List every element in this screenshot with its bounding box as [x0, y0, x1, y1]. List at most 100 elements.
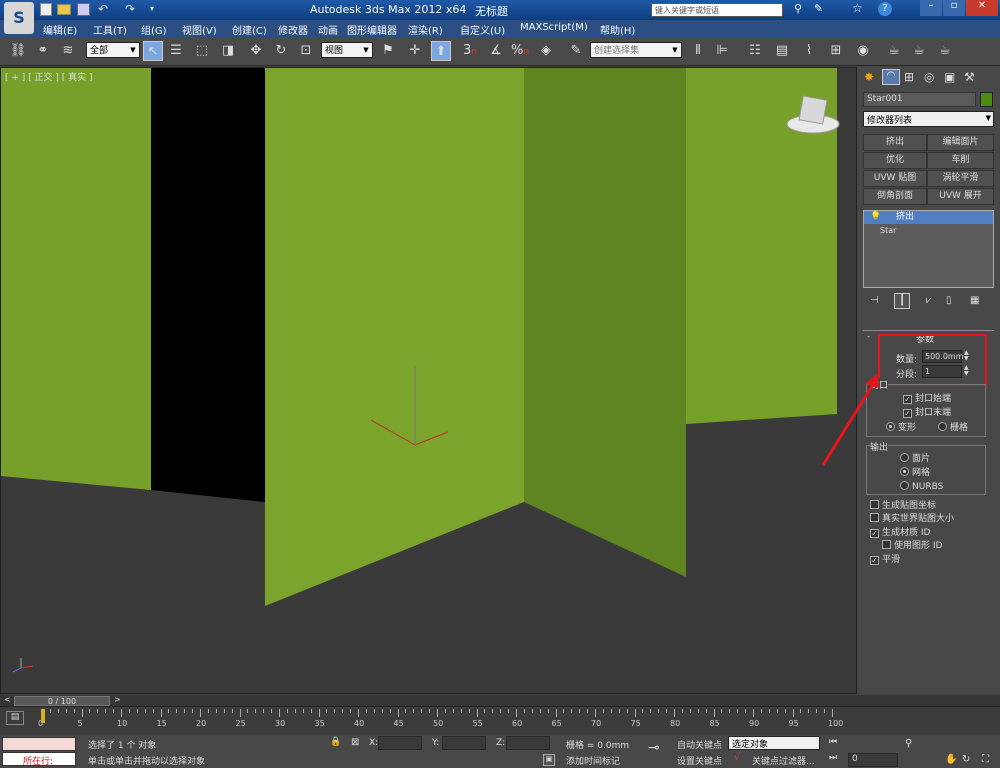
rect-selection-icon[interactable]: ⬚ [192, 41, 212, 61]
menu-customize[interactable]: 自定义(U) [460, 22, 505, 37]
cap-end-checkbox[interactable]: ✓ 封口末端 [903, 407, 951, 419]
patch-radio[interactable]: 面片 [900, 453, 930, 465]
mesh-radio[interactable]: 网格 [900, 467, 930, 479]
pivot-icon[interactable]: ⚑ [378, 41, 398, 61]
menu-rendering[interactable]: 渲染(R) [408, 22, 443, 37]
render-production-icon[interactable]: ☕ [935, 41, 955, 61]
graphite-ribbon-icon[interactable]: ▤ [772, 41, 792, 61]
menu-animation[interactable]: 动画 [318, 22, 338, 37]
z-coord-field[interactable] [506, 736, 550, 750]
layer-manager-icon[interactable]: ☷ [745, 41, 765, 61]
app-logo-icon[interactable]: S [4, 2, 34, 34]
menu-maxscript[interactable]: MAXScript(M) [520, 22, 588, 33]
auto-key-button[interactable]: 自动关键点 [677, 738, 722, 751]
open-icon[interactable] [57, 4, 71, 15]
schematic-view-icon[interactable]: ⊞ [826, 41, 846, 61]
morph-radio[interactable]: 变形 [886, 422, 916, 434]
utilities-tab-icon[interactable]: ⚒ [964, 70, 975, 84]
align-icon[interactable]: ⊫ [712, 41, 732, 61]
show-end-result-icon[interactable]: ┃ [894, 293, 910, 309]
track-bar-icon[interactable]: ▤ [6, 711, 24, 725]
select-manipulate-icon[interactable]: ✛ [405, 41, 425, 61]
key-filter-icon[interactable]: √ [734, 752, 740, 763]
angle-snap-icon[interactable]: ∡ [486, 41, 506, 61]
reference-coord-dropdown[interactable]: 视图 ▼ [321, 42, 373, 58]
lightbulb-icon[interactable]: 💡 [870, 211, 881, 224]
mod-button-uvw-map[interactable]: UVW 贴图 [863, 170, 927, 187]
smooth-checkbox[interactable]: ✓ 平滑 [870, 554, 900, 566]
viewport-perspective[interactable]: [ + ] [ 正交 ] [ 真实 ] [0, 67, 857, 694]
restore-button[interactable]: ▫ [943, 0, 965, 16]
maximize-viewport-icon[interactable]: ⛶ [982, 754, 989, 765]
cap-start-checkbox[interactable]: ✓ 封口始端 [903, 393, 951, 405]
mod-button-optimize[interactable]: 优化 [863, 152, 927, 169]
menu-tools[interactable]: 工具(T) [93, 22, 127, 37]
rendered-frame-icon[interactable]: ☕ [909, 41, 929, 61]
track-bar[interactable]: 0 5 10 15 20 25 30 35 40 45 50 55 60 65 70 75 80 85 90 95 10… [38, 709, 843, 733]
modifier-list-dropdown[interactable]: 修改器列表 ▼ [863, 111, 994, 127]
use-shape-id-checkbox[interactable]: 使用图形 ID [882, 540, 942, 552]
keyboard-shortcut-icon[interactable]: ⬆ [431, 41, 451, 61]
maxscript-running[interactable]: 所在行: [2, 752, 76, 767]
mirror-icon[interactable]: ⫴ [688, 41, 708, 61]
stack-item-star[interactable]: Star [880, 226, 896, 235]
stack-item-extrude[interactable]: 💡 挤出 [864, 211, 993, 224]
render-setup-icon[interactable]: ☕ [884, 41, 904, 61]
grid-radio[interactable]: 栅格 [938, 422, 968, 434]
selection-filter-dropdown[interactable]: 全部 ▼ [86, 42, 140, 58]
gen-map-coords-checkbox[interactable]: 生成贴图坐标 [870, 500, 936, 512]
select-by-name-icon[interactable]: ☰ [166, 41, 186, 61]
menu-edit[interactable]: 编辑(E) [43, 22, 77, 37]
next-frame-icon[interactable]: > [114, 695, 121, 704]
menu-graph-editors[interactable]: 图形编辑器 [347, 22, 397, 37]
named-selection-dropdown[interactable]: 创建选择集 ▼ [590, 42, 682, 58]
object-name-field[interactable]: Star001 [863, 92, 976, 107]
go-to-end-icon[interactable]: ⏭ [829, 753, 837, 763]
mod-button-bevel-profile[interactable]: 倒角剖面 [863, 188, 927, 205]
rollout-minus-icon[interactable]: - [867, 332, 870, 342]
help-icon[interactable]: ? [878, 2, 892, 16]
y-coord-field[interactable] [442, 736, 486, 750]
redo-icon[interactable]: ↷ [125, 2, 135, 16]
minimize-button[interactable]: – [920, 0, 942, 16]
mod-button-turbosmooth[interactable]: 涡轮平滑 [927, 170, 994, 187]
key-icon[interactable]: ⊸ [648, 740, 660, 756]
save-icon[interactable] [77, 3, 90, 16]
display-tab-icon[interactable]: ▣ [944, 70, 955, 84]
time-slider-thumb[interactable]: 0 / 100 [14, 696, 110, 706]
percent-snap-icon[interactable]: %n [510, 41, 530, 61]
orbit-icon[interactable]: ↻ [962, 754, 970, 765]
rotate-icon[interactable]: ↻ [271, 41, 291, 61]
window-crossing-icon[interactable]: ◨ [218, 41, 238, 61]
object-color-swatch[interactable] [980, 92, 993, 107]
modify-tab-icon[interactable]: ◠ [882, 69, 900, 85]
snap-toggle-icon[interactable]: 3n [460, 41, 480, 61]
pan-icon[interactable]: ✋ [945, 754, 957, 765]
remove-modifier-icon[interactable]: ▯ [946, 295, 952, 306]
tools-icon[interactable]: ✎ [814, 2, 823, 15]
material-editor-icon[interactable]: ◉ [853, 41, 873, 61]
select-object-icon[interactable]: ↖ [143, 41, 163, 61]
menu-views[interactable]: 视图(V) [182, 22, 217, 37]
current-frame-field[interactable]: 0 [848, 753, 898, 767]
nurbs-radio[interactable]: NURBS [900, 481, 943, 493]
prev-frame-icon[interactable]: < [4, 695, 11, 704]
mod-button-edit-patch[interactable]: 编辑面片 [927, 134, 994, 151]
star-icon[interactable]: ☆ [852, 1, 863, 15]
set-key-button[interactable]: 设置关键点 [677, 754, 722, 767]
hierarchy-tab-icon[interactable]: ⊞ [904, 70, 914, 84]
gen-material-id-checkbox[interactable]: ✓ 生成材质 ID [870, 527, 930, 539]
go-to-start-icon[interactable]: ⏮ [829, 737, 837, 747]
link-icon[interactable]: ⛓ [8, 41, 28, 61]
mod-button-unwrap-uvw[interactable]: UVW 展开 [927, 188, 994, 205]
lock-icon[interactable]: 🔒 [330, 737, 341, 747]
viewport-label[interactable]: [ + ] [ 正交 ] [ 真实 ] [5, 70, 93, 83]
binoculars-icon[interactable]: ⚲ [794, 2, 802, 15]
time-tag-icon[interactable]: ▣ [543, 754, 555, 766]
mod-button-extrude[interactable]: 挤出 [863, 134, 927, 151]
pin-stack-icon[interactable]: ⊣ [870, 295, 879, 306]
add-time-tag[interactable]: 添加时间标记 [566, 754, 620, 767]
menu-group[interactable]: 组(G) [141, 22, 167, 37]
motion-tab-icon[interactable]: ◎ [924, 70, 934, 84]
zoom-icon[interactable]: ⚲ [905, 738, 912, 749]
